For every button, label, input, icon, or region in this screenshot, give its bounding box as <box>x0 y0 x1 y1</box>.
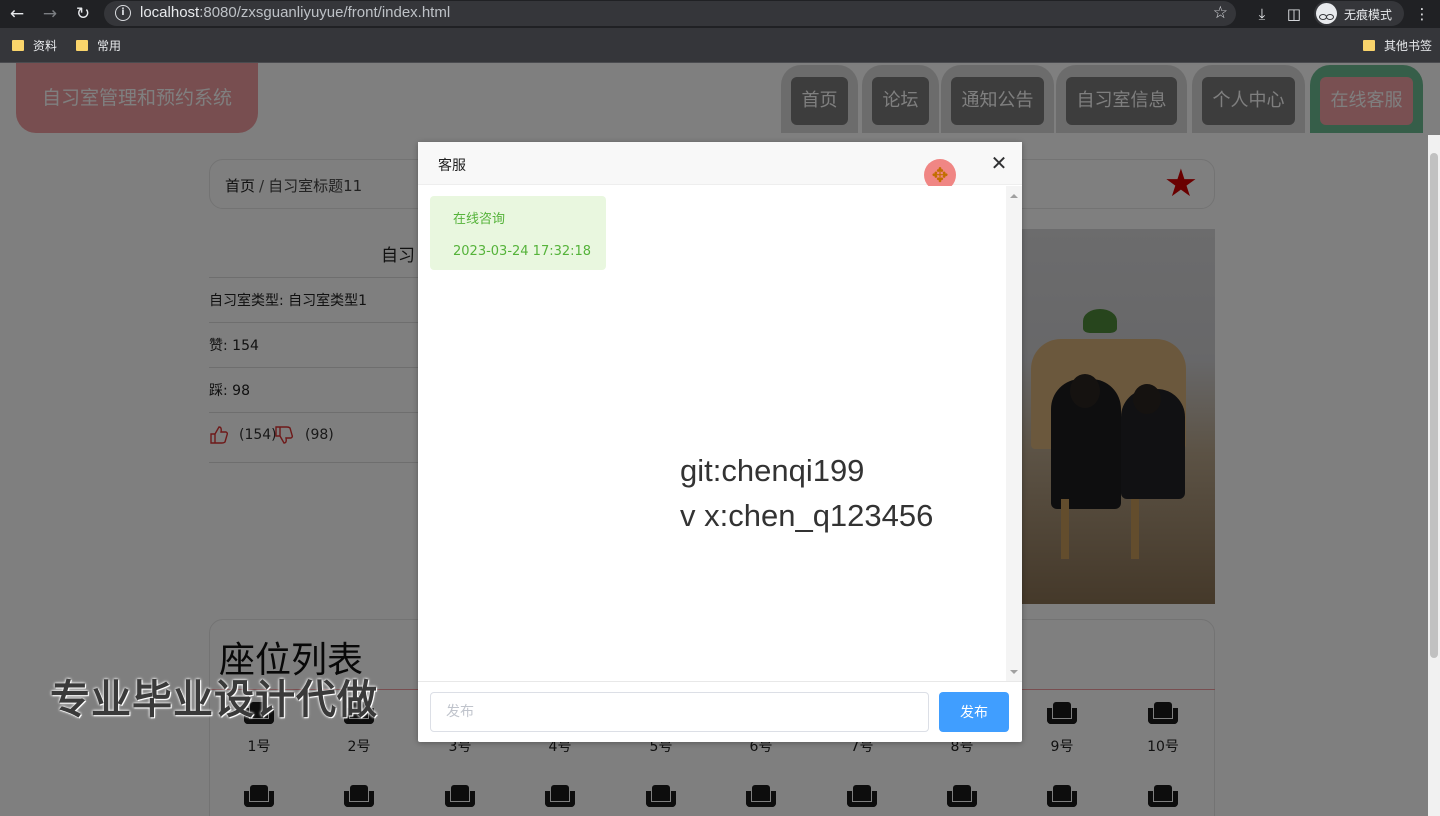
page-content: 自习室管理和预约系统 首页 论坛 通知公告 自习室信息 个人中心 在线客服 首页… <box>0 63 1440 816</box>
close-icon[interactable]: ✕ <box>988 152 1010 174</box>
menu-dots-icon[interactable]: ⋮ <box>1411 3 1433 25</box>
promo-text: git:chenqi199 v x:chen_q123456 <box>680 448 933 538</box>
chat-message-area: 在线咨询 2023-03-24 17:32:18 git:chenqi199 v… <box>418 186 1006 682</box>
bookmarks-bar: 资料 常用 其他书签 <box>0 28 1440 63</box>
dialog-title: 客服 <box>438 158 466 174</box>
chat-bubble-text: 在线咨询 <box>453 212 506 227</box>
address-bar[interactable]: i localhost:8080/zxsguanliyuyue/front/in… <box>104 1 1236 26</box>
incognito-label: 无痕模式 <box>1344 8 1393 22</box>
side-panel-icon[interactable]: ◫ <box>1283 3 1305 25</box>
folder-icon <box>76 40 88 51</box>
bookmark-folder-other[interactable]: 其他书签 <box>1363 37 1432 54</box>
scrollbar-thumb[interactable] <box>1430 153 1438 658</box>
info-icon[interactable]: i <box>115 5 131 21</box>
bookmark-folder-changyong[interactable]: 常用 <box>76 37 121 54</box>
bookmark-star-icon[interactable]: ☆ <box>1213 3 1228 23</box>
browser-toolbar: ← → ↻ i localhost:8080/zxsguanliyuyue/fr… <box>0 0 1440 28</box>
send-button[interactable]: 发布 <box>939 692 1009 732</box>
forward-arrow-icon[interactable]: → <box>39 3 61 25</box>
message-input[interactable] <box>430 692 929 732</box>
bookmark-folder-ziliao[interactable]: 资料 <box>12 37 57 54</box>
promo-line-vx: v x:chen_q123456 <box>680 498 934 533</box>
customer-service-dialog: 客服 ✕ ✥ 在线咨询 2023-03-24 17:32:18 git:chen… <box>418 142 1022 742</box>
reload-icon[interactable]: ↻ <box>72 3 94 25</box>
folder-icon <box>12 40 24 51</box>
incognito-icon <box>1316 3 1337 24</box>
chat-bubble: 在线咨询 2023-03-24 17:32:18 <box>430 196 606 270</box>
url-text: localhost:8080/zxsguanliyuyue/front/inde… <box>140 4 451 21</box>
page-scrollbar[interactable] <box>1428 135 1440 816</box>
download-icon[interactable]: ⤓ <box>1251 3 1273 25</box>
dialog-footer-divider <box>418 681 1022 682</box>
back-arrow-icon[interactable]: ← <box>6 3 28 25</box>
folder-icon <box>1363 40 1375 51</box>
promo-line-git: git:chenqi199 <box>680 453 865 488</box>
scroll-down-icon[interactable] <box>1010 670 1018 674</box>
scroll-up-icon[interactable] <box>1010 194 1018 198</box>
incognito-badge[interactable]: 无痕模式 <box>1314 1 1404 26</box>
chat-bubble-time: 2023-03-24 17:32:18 <box>453 244 592 259</box>
watermark-text: 专业毕业设计代做 <box>50 677 378 723</box>
chat-scrollbar[interactable] <box>1006 186 1022 682</box>
